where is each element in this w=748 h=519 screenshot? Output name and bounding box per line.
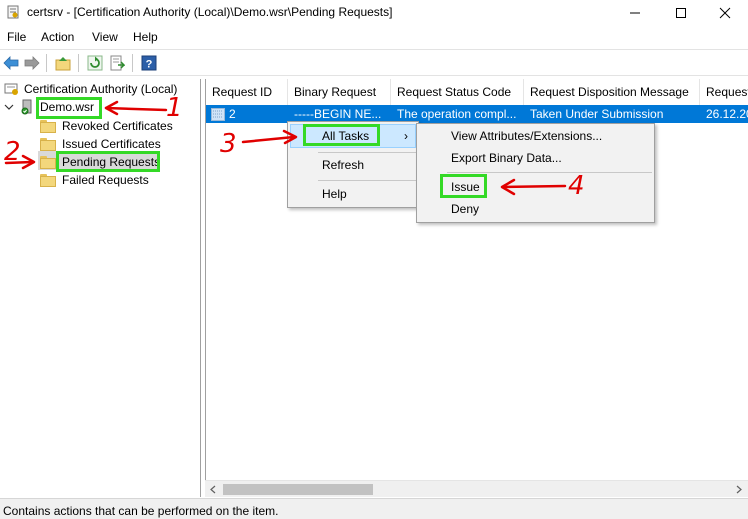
close-button[interactable]	[702, 0, 748, 26]
scroll-right-icon	[736, 485, 742, 494]
menu-separator	[318, 152, 416, 153]
tree-folder-failed[interactable]: Failed Requests	[40, 171, 149, 189]
chevron-down-icon[interactable]	[4, 102, 14, 112]
menu-view[interactable]: View	[92, 30, 118, 44]
menu-item-help[interactable]: Help	[322, 183, 347, 205]
menu-action[interactable]: Action	[41, 30, 74, 44]
column-header-request-id[interactable]: Request ID	[206, 79, 288, 105]
tree-root[interactable]: Certification Authority (Local)	[4, 80, 177, 98]
toolbar-separator	[132, 54, 133, 72]
menu-item-view-attributes[interactable]: View Attributes/Extensions...	[451, 125, 602, 147]
refresh-icon[interactable]	[86, 54, 104, 72]
column-header-binary-request[interactable]: Binary Request	[288, 79, 391, 105]
back-arrow-icon[interactable]	[2, 54, 20, 72]
annotation-box-server	[36, 97, 102, 119]
table-cell: 26.12.20	[706, 107, 748, 121]
submenu-arrow-icon: ›	[404, 129, 408, 143]
column-header-disposition[interactable]: Request Disposition Message	[524, 79, 700, 105]
minimize-icon	[630, 12, 640, 14]
folder-icon	[40, 173, 56, 187]
toolbar: ?	[0, 49, 748, 76]
menu-item-refresh[interactable]: Refresh	[322, 154, 364, 176]
tree-root-label: Certification Authority (Local)	[24, 82, 178, 96]
tree-folder-label: Failed Requests	[62, 173, 149, 187]
scrollbar-thumb[interactable]	[223, 484, 373, 495]
folder-icon	[40, 137, 56, 151]
certsrv-app-icon	[6, 5, 20, 19]
menu-bar: File Action View Help	[0, 27, 748, 48]
annotation-box-issue	[440, 174, 487, 198]
table-cell: 2	[229, 107, 236, 121]
svg-text:?: ?	[146, 59, 153, 71]
table-cell: Taken Under Submission	[530, 107, 664, 121]
toolbar-separator	[46, 54, 47, 72]
export-list-icon[interactable]	[108, 54, 126, 72]
menu-separator	[318, 180, 416, 181]
menu-item-export-binary[interactable]: Export Binary Data...	[451, 147, 562, 169]
horizontal-scrollbar[interactable]	[205, 480, 748, 497]
annotation-box-pending	[56, 151, 160, 172]
tree-folder-revoked[interactable]: Revoked Certificates	[40, 117, 173, 135]
menu-file[interactable]: File	[7, 30, 26, 44]
forward-arrow-icon[interactable]	[23, 54, 41, 72]
help-icon[interactable]: ?	[140, 54, 158, 72]
tree-folder-label: Issued Certificates	[62, 137, 161, 151]
folder-icon	[40, 155, 56, 169]
maximize-button[interactable]	[658, 0, 704, 26]
menu-help[interactable]: Help	[133, 30, 158, 44]
menu-separator	[447, 172, 652, 173]
column-header-status-code[interactable]: Request Status Code	[391, 79, 524, 105]
annotation-box-all-tasks	[303, 124, 380, 146]
ca-root-icon	[4, 83, 18, 95]
window-title: certsrv - [Certification Authority (Loca…	[27, 5, 393, 19]
status-bar: Contains actions that can be performed o…	[0, 498, 748, 519]
close-icon	[719, 7, 731, 19]
menu-item-deny[interactable]: Deny	[451, 198, 479, 220]
maximize-icon	[676, 8, 686, 18]
submenu: View Attributes/Extensions... Export Bin…	[416, 123, 655, 223]
status-text: Contains actions that can be performed o…	[3, 504, 279, 518]
tree-folder-label: Revoked Certificates	[62, 119, 173, 133]
request-icon	[211, 105, 225, 123]
scroll-left-icon	[210, 485, 216, 494]
column-header-request-date[interactable]: Request	[700, 79, 748, 105]
toolbar-separator	[78, 54, 79, 72]
minimize-button[interactable]	[612, 0, 658, 26]
server-icon	[21, 99, 32, 115]
title-bar: certsrv - [Certification Authority (Loca…	[0, 0, 748, 26]
folder-icon	[40, 119, 56, 133]
up-folder-icon[interactable]	[54, 54, 72, 72]
